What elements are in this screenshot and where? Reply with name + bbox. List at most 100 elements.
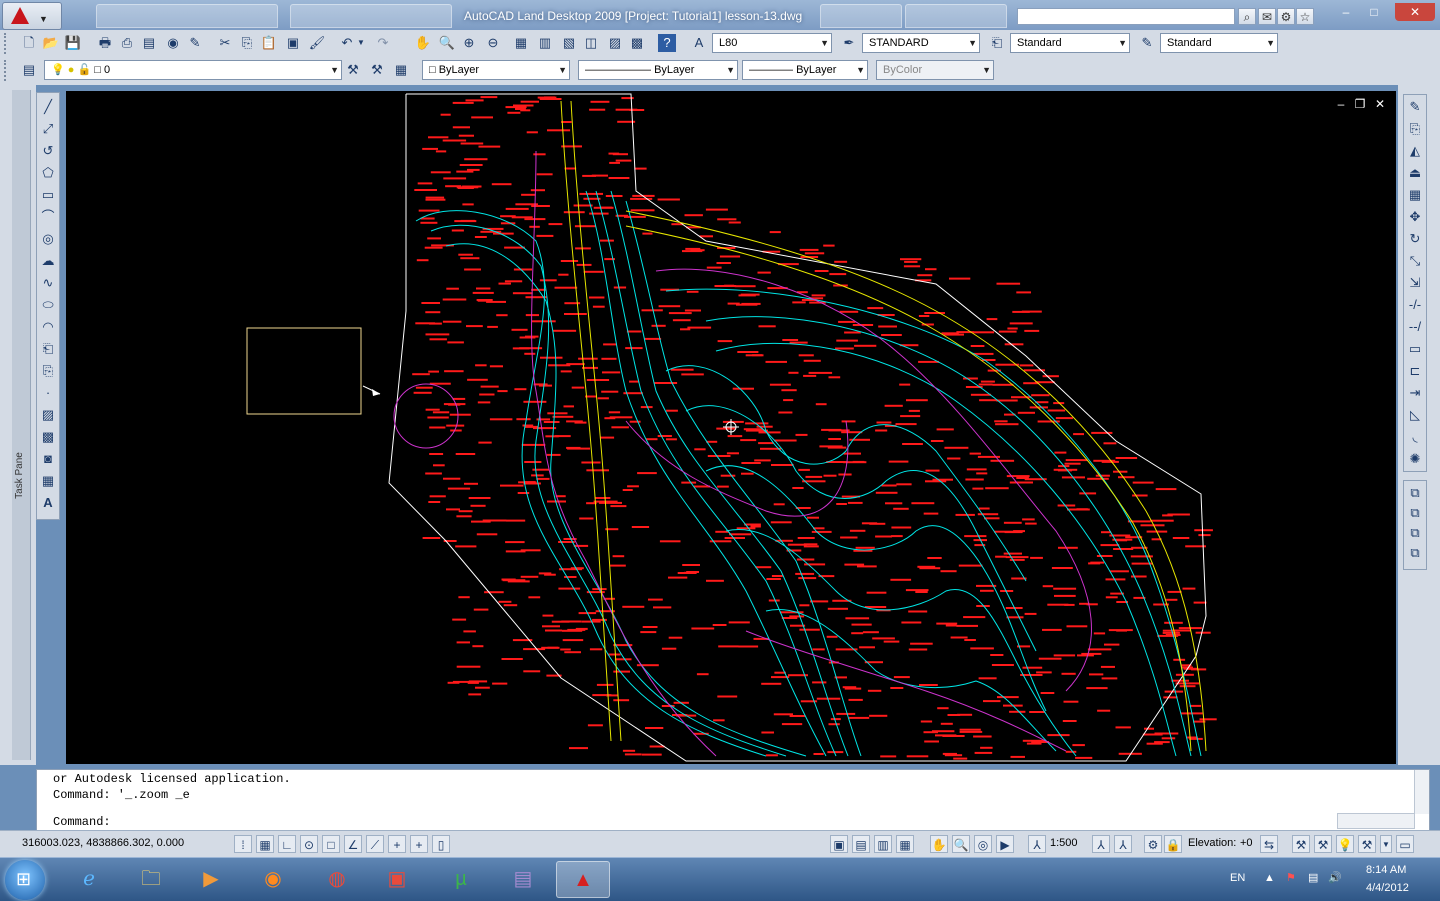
etransmit-icon[interactable]: ✎ — [186, 34, 204, 52]
command-line[interactable]: or Autodesk licensed application. Comman… — [36, 769, 1430, 832]
make-block-icon[interactable]: ⎘ — [38, 361, 58, 381]
ellipse-arc-icon[interactable]: ◠ — [38, 317, 58, 337]
lineweight-toggle-icon[interactable]: ▯ — [432, 835, 450, 853]
language-indicator[interactable]: EN — [1230, 872, 1245, 884]
layer-previous-icon[interactable]: ⚒ — [368, 61, 386, 79]
erase-icon[interactable]: ✎ — [1405, 97, 1425, 117]
quick-view-layouts-icon[interactable]: ▤ — [852, 835, 870, 853]
revision-cloud-icon[interactable]: ☁ — [38, 251, 58, 271]
dynamic-input-icon[interactable]: + — [410, 835, 428, 853]
polyline-icon[interactable]: ↺ — [38, 141, 58, 161]
quick-view-drawings-icon[interactable]: ▥ — [874, 835, 892, 853]
hardware-acceleration-icon[interactable]: ⚒ — [1358, 835, 1376, 853]
workspace-switching-icon[interactable]: ⚙ — [1144, 835, 1162, 853]
tools-icon[interactable]: ⚒ — [1292, 835, 1310, 853]
network-icon[interactable]: ▤ — [1308, 871, 1318, 884]
chrome-icon[interactable]: ◍ — [310, 861, 364, 898]
layer-states-icon[interactable]: ▦ — [392, 61, 410, 79]
bring-to-front-icon[interactable]: ⧉ — [1405, 483, 1425, 503]
bring-above-icon[interactable]: ⧉ — [1405, 523, 1425, 543]
communication-center-icon[interactable]: ✉ — [1258, 8, 1276, 25]
properties-icon[interactable]: ▦ — [512, 34, 530, 52]
clock-date[interactable]: 4/4/2012 — [1366, 882, 1409, 894]
winrar-icon[interactable]: ▤ — [496, 861, 550, 898]
window-minimize-button[interactable]: – — [1332, 3, 1360, 21]
star-icon[interactable]: ☆ — [1296, 8, 1314, 25]
break-icon[interactable]: ⊏ — [1405, 361, 1425, 381]
undo-dropdown-icon[interactable]: ▼ — [356, 34, 366, 52]
pan-status-icon[interactable]: ✋ — [930, 835, 948, 853]
viewport-close-button[interactable]: ✕ — [1373, 97, 1387, 111]
redo-icon[interactable]: ↷ — [374, 34, 392, 52]
send-under-icon[interactable]: ⧉ — [1405, 543, 1425, 563]
drawing-canvas[interactable] — [66, 91, 1396, 764]
offset-icon[interactable]: ⏏ — [1405, 163, 1425, 183]
utorrent-icon[interactable]: µ — [434, 861, 488, 898]
settings-icon[interactable]: ⚙ — [1277, 8, 1295, 25]
gradient-icon[interactable]: ▩ — [38, 427, 58, 447]
infocenter-search-input[interactable] — [1017, 8, 1235, 25]
print-icon[interactable]: 🖶 — [96, 34, 114, 52]
task-pane[interactable]: Task Pane — [12, 90, 31, 760]
color-combo[interactable]: □ ByLayer ▼ — [422, 60, 570, 80]
spline-icon[interactable]: ∿ — [38, 273, 58, 293]
hatch-icon[interactable]: ▨ — [38, 405, 58, 425]
zoom-status-icon[interactable]: 🔍 — [952, 835, 970, 853]
stretch-icon[interactable]: ⇲ — [1405, 273, 1425, 293]
clock-time[interactable]: 8:14 AM — [1366, 864, 1406, 876]
volume-icon[interactable]: 🔊 — [1328, 871, 1342, 884]
window-maximize-button[interactable]: □ — [1360, 3, 1388, 21]
toolbar-lock-icon[interactable]: ⚒ — [1314, 835, 1332, 853]
text-style-icon[interactable]: ✒ — [840, 34, 858, 52]
dim-style-combo[interactable]: Standard ▼ — [1010, 33, 1130, 53]
polar-tracking-icon[interactable]: □ — [322, 835, 340, 853]
toolbar-grip[interactable] — [4, 60, 12, 81]
isolate-objects-icon[interactable]: 💡 — [1336, 835, 1354, 853]
object-snap-icon[interactable]: ∠ — [344, 835, 362, 853]
quickcalc-icon[interactable]: ▩ — [628, 34, 646, 52]
table-icon[interactable]: ▦ — [38, 471, 58, 491]
coordinates-display[interactable]: 316003.023, 4838866.302, 0.000 — [22, 837, 184, 849]
start-button[interactable]: ⊞ — [5, 860, 45, 900]
steering-wheel-icon[interactable]: ◎ — [974, 835, 992, 853]
auto-scale-icon[interactable]: ⅄ — [1114, 835, 1132, 853]
layer-combo[interactable]: L80 ▼ — [712, 33, 832, 53]
elevation-value[interactable]: +0 — [1240, 837, 1253, 849]
ortho-mode-icon[interactable]: ⊙ — [300, 835, 318, 853]
clean-screen-icon[interactable]: ▭ — [1396, 835, 1414, 853]
search-icon[interactable]: ⌕ — [1238, 8, 1256, 25]
save-icon[interactable]: 💾 — [64, 34, 82, 52]
help-icon[interactable]: ? — [658, 34, 676, 52]
copy-icon[interactable]: ⎘ — [238, 34, 256, 52]
layer-control-combo[interactable]: 💡 ● 🔓 □ 0 ▼ — [44, 60, 342, 80]
new-file-icon[interactable]: 🗋 — [20, 34, 38, 52]
linetype-combo[interactable]: —————— ByLayer ▼ — [578, 60, 738, 80]
construction-line-icon[interactable]: ⤢ — [38, 119, 58, 139]
circle-icon[interactable]: ◎ — [38, 229, 58, 249]
send-to-back-icon[interactable]: ⧉ — [1405, 503, 1425, 523]
status-bar-menu-icon[interactable]: ▼ — [1380, 835, 1392, 853]
mirror-icon[interactable]: ◭ — [1405, 141, 1425, 161]
table-style-combo[interactable]: Standard ▼ — [1160, 33, 1278, 53]
rotate-icon[interactable]: ↻ — [1405, 229, 1425, 249]
sheet-set-icon[interactable]: ◫ — [582, 34, 600, 52]
scale-icon[interactable]: ⤡ — [1405, 251, 1425, 271]
action-center-icon[interactable]: ⚑ — [1286, 871, 1296, 884]
multiline-text-icon[interactable]: A — [38, 493, 58, 513]
viewport-restore-button[interactable]: ❐ — [1353, 97, 1367, 111]
command-horizontal-scrollbar[interactable] — [1337, 813, 1415, 829]
showmotion-icon[interactable]: ▶ — [996, 835, 1014, 853]
snap-mode-icon[interactable]: ▦ — [256, 835, 274, 853]
break-at-point-icon[interactable]: ▭ — [1405, 339, 1425, 359]
tool-palettes-icon[interactable]: ▧ — [560, 34, 578, 52]
annotation-scale-value[interactable]: 1:500 — [1050, 837, 1078, 849]
extend-icon[interactable]: --/ — [1405, 317, 1425, 337]
zoom-realtime-icon[interactable]: 🔍 — [438, 34, 456, 52]
open-file-icon[interactable]: 📂 — [42, 34, 60, 52]
zoom-previous-icon[interactable]: ⊖ — [484, 34, 502, 52]
undo-icon[interactable]: ↶ — [338, 34, 356, 52]
pan-icon[interactable]: ✋ — [414, 34, 432, 52]
match-properties-icon[interactable]: 🖌 — [308, 34, 326, 52]
dynamic-ucs-icon[interactable]: + — [388, 835, 406, 853]
insert-block-icon[interactable]: ⎗ — [38, 339, 58, 359]
